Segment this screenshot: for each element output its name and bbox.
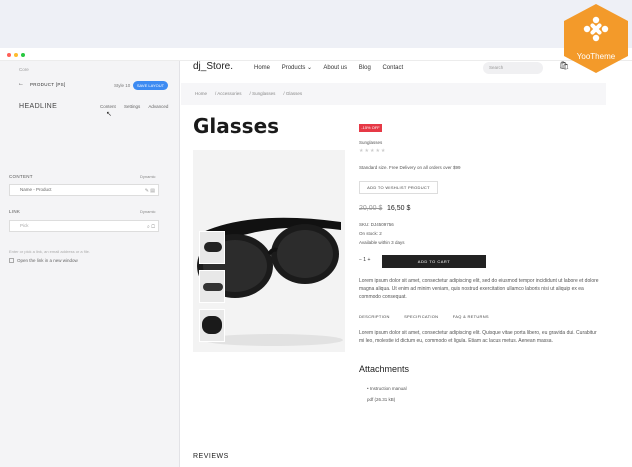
- store-logo[interactable]: dj_Store.: [193, 61, 233, 72]
- link-picker-icon[interactable]: ⌕ ▢: [147, 222, 155, 232]
- reviews-heading: REVIEWS: [193, 453, 229, 460]
- content-field[interactable]: Name - Product ✎ ▤: [9, 184, 159, 196]
- link-dynamic-link[interactable]: Dynamic: [140, 209, 156, 214]
- thumbnail-2[interactable]: [199, 270, 225, 303]
- tab-settings[interactable]: Settings: [124, 104, 140, 109]
- old-price: 20,00 $: [359, 205, 383, 212]
- link-help-text: Enter or pick a link, an email address o…: [9, 249, 90, 254]
- link-input[interactable]: Pick ⌕ ▢: [9, 220, 159, 232]
- nav-home[interactable]: Home: [254, 65, 270, 71]
- search-input[interactable]: Search: [483, 62, 543, 74]
- content-section-label: CONTENT: [9, 174, 33, 179]
- browser-window: Core ← PRODUCT [PS] Style 10 SAVE LAYOUT…: [0, 48, 632, 467]
- breadcrumb-item[interactable]: Accessories: [217, 91, 241, 96]
- style-label[interactable]: Style 10: [114, 83, 130, 88]
- tab-content[interactable]: Content: [100, 104, 116, 109]
- current-price: 16,50 $: [387, 205, 411, 212]
- panel-tabs: Content Settings Advanced: [100, 104, 175, 109]
- checkbox-label: Open the link in a new window: [17, 258, 78, 263]
- new-window-checkbox[interactable]: Open the link in a new window: [9, 258, 78, 264]
- link-placeholder: Pick: [20, 223, 29, 228]
- nav-about[interactable]: About us: [323, 65, 347, 71]
- mouse-cursor-icon: ↖: [106, 111, 112, 118]
- tab-specification[interactable]: SPECIFICATION: [404, 314, 438, 319]
- sku-text: SKU: DJ4509756: [359, 222, 394, 227]
- attachment-size: pdf (26.31 kB): [367, 397, 396, 402]
- nav-blog[interactable]: Blog: [359, 65, 371, 71]
- link-section-label: LINK: [9, 209, 21, 214]
- thumbnail-1[interactable]: [199, 231, 225, 264]
- builder-panel: Core ← PRODUCT [PS] Style 10 SAVE LAYOUT…: [0, 61, 180, 467]
- quantity-stepper[interactable]: − 1 +: [359, 257, 370, 263]
- yootheme-hexagon-icon: [564, 4, 628, 73]
- product-tabs: DESCRIPTION SPECIFICATION FAQ & RETURNS: [359, 314, 502, 319]
- wishlist-button[interactable]: ADD TO WISHLIST PRODUCT: [359, 181, 438, 194]
- edit-icon[interactable]: ✎ ▤: [145, 186, 155, 196]
- delivery-note: Standard size. Free Delivery on all orde…: [359, 165, 461, 170]
- maximize-dot-icon[interactable]: [21, 53, 25, 57]
- short-description: Lorem ipsum dolor sit amet, consectetur …: [359, 278, 599, 300]
- minimize-dot-icon[interactable]: [14, 53, 18, 57]
- tab-advanced[interactable]: Advanced: [148, 104, 168, 109]
- long-description: Lorem ipsum dolor sit amet, consectetur …: [359, 330, 597, 344]
- breadcrumb-item[interactable]: Home: [195, 91, 207, 96]
- availability-text: Available within 3 days: [359, 240, 405, 245]
- product-title: Glasses: [193, 114, 280, 138]
- close-dot-icon[interactable]: [7, 53, 11, 57]
- thumbnail-strip: [199, 231, 225, 348]
- attachments-heading: Attachments: [359, 364, 410, 374]
- save-layout-button[interactable]: SAVE LAYOUT: [133, 81, 168, 90]
- panel-breadcrumb[interactable]: Core: [19, 67, 29, 72]
- store-preview: dj_Store. Home Products ⌄ About us Blog …: [181, 61, 632, 467]
- panel-headline: HEADLINE: [19, 103, 58, 110]
- product-category: Sunglasses: [359, 140, 383, 145]
- nav-contact[interactable]: Contact: [382, 65, 403, 71]
- stock-text: On stock: 2: [359, 231, 382, 236]
- content-field-value: Name - Product: [20, 187, 52, 192]
- content-dynamic-link[interactable]: Dynamic: [140, 174, 156, 179]
- rating-stars[interactable]: ★★★★★: [359, 148, 386, 154]
- sale-badge: -15% OFF: [359, 124, 382, 132]
- back-arrow-icon[interactable]: ←: [18, 81, 24, 87]
- add-to-cart-button[interactable]: ADD TO CART: [382, 255, 486, 268]
- yootheme-badge: YooTheme: [562, 2, 630, 75]
- main-nav: Home Products ⌄ About us Blog Contact: [254, 64, 413, 71]
- tab-faq-returns[interactable]: FAQ & RETURNS: [453, 314, 489, 319]
- yootheme-label: YooTheme: [576, 52, 616, 61]
- tab-description[interactable]: DESCRIPTION: [359, 314, 390, 319]
- thumbnail-3[interactable]: [199, 309, 225, 342]
- breadcrumb: Home / Accessories / Sunglasses / Glasses: [195, 91, 303, 96]
- attachment-item[interactable]: • Instruction manual: [367, 386, 407, 391]
- breadcrumb-current: Glasses: [285, 91, 303, 96]
- breadcrumb-item[interactable]: Sunglasses: [252, 91, 275, 96]
- panel-element-title: PRODUCT [PS]: [30, 82, 66, 87]
- checkbox-icon[interactable]: [9, 258, 14, 264]
- nav-products[interactable]: Products ⌄: [282, 65, 312, 71]
- window-titlebar: [0, 48, 632, 61]
